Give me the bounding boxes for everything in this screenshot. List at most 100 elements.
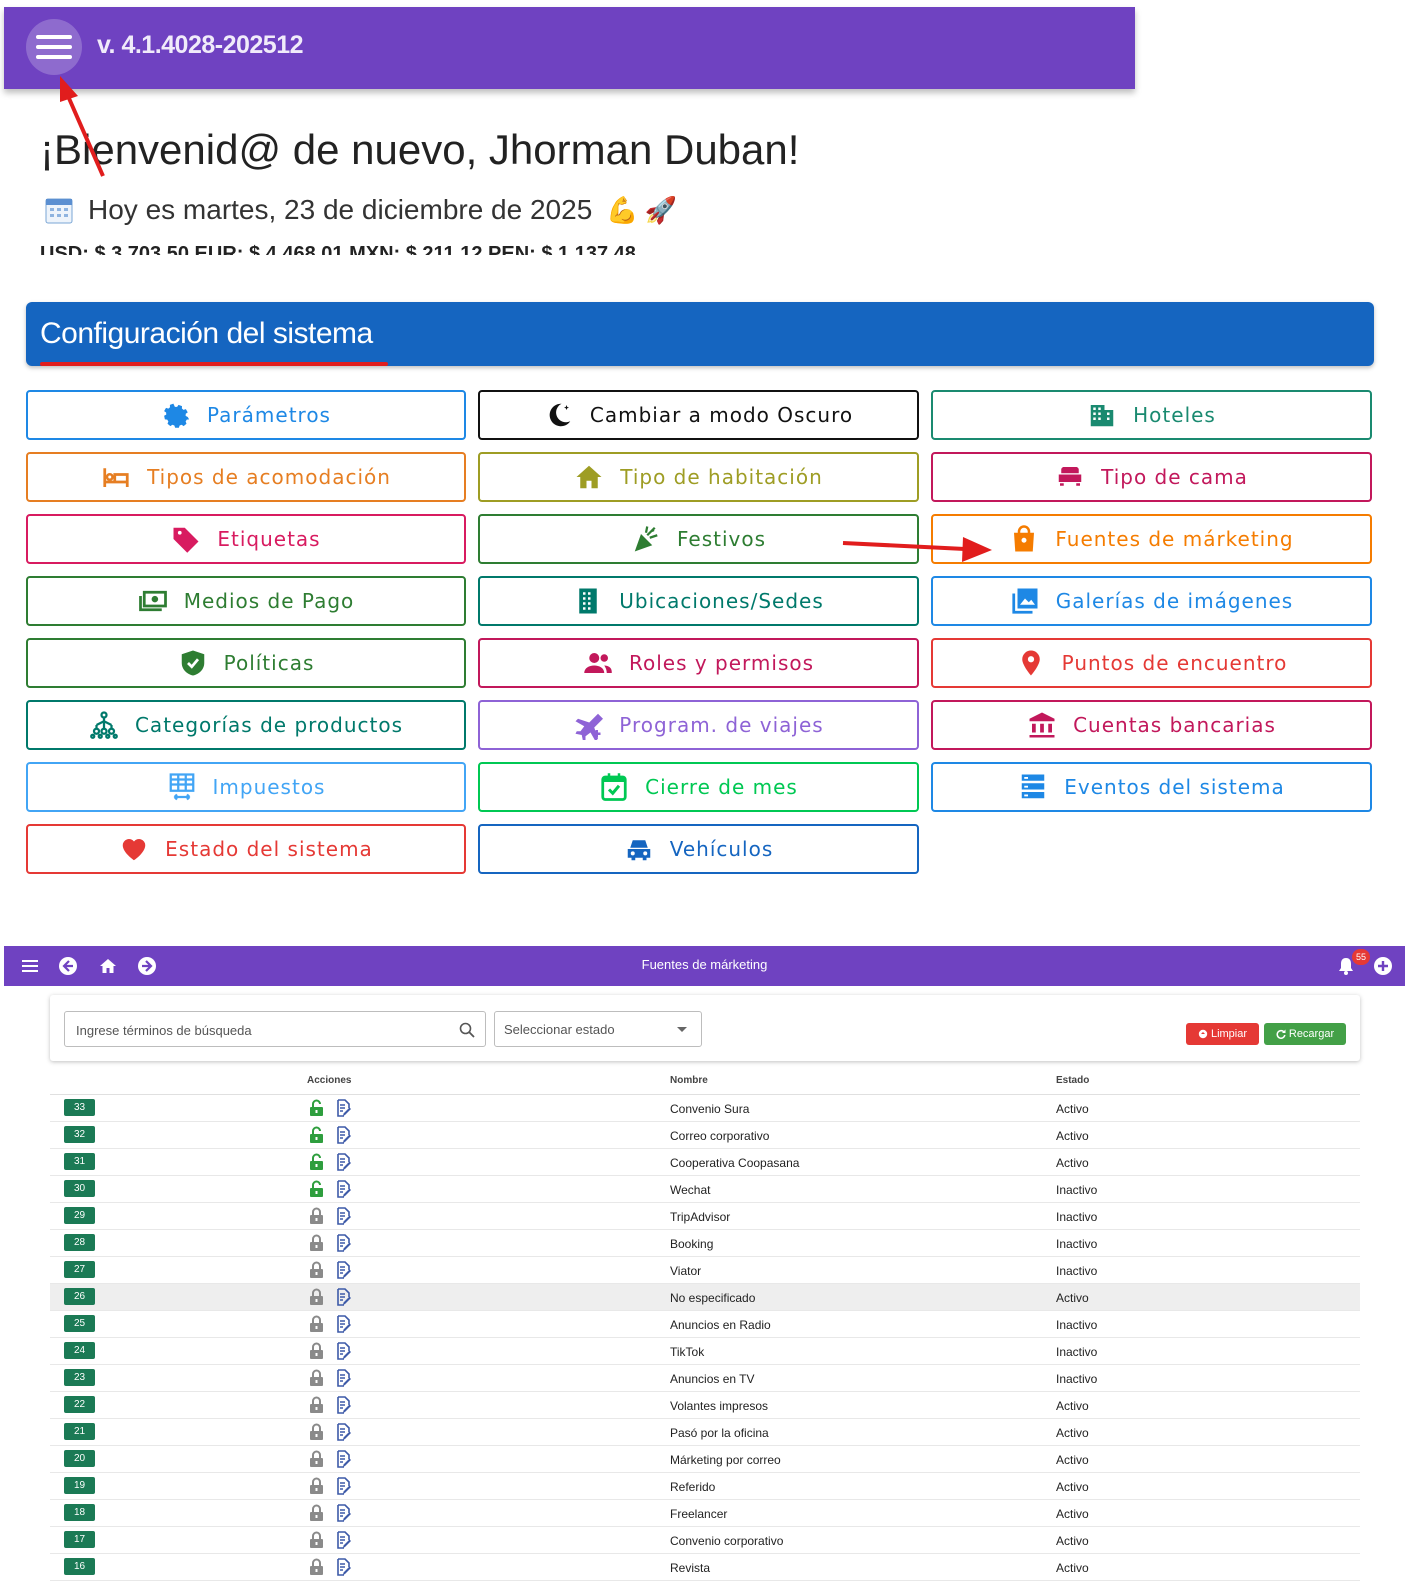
config-button[interactable]: Cuentas bancarias (931, 700, 1372, 750)
party-icon (634, 526, 658, 552)
config-button-label: Cambiar a modo Oscuro (589, 403, 854, 427)
status-select[interactable]: Seleccionar estado (494, 1011, 702, 1047)
id-badge: 20 (64, 1450, 95, 1467)
config-button[interactable]: Tipo de cama (931, 452, 1372, 502)
unlock-icon[interactable] (309, 1126, 324, 1144)
config-button[interactable]: Tipos de acomodación (26, 452, 466, 502)
menu-button[interactable] (26, 19, 82, 75)
edit-document-icon[interactable] (336, 1180, 352, 1198)
edit-document-icon[interactable] (336, 1261, 352, 1279)
reload-button[interactable]: Recargar (1264, 1023, 1346, 1045)
source-state: Inactivo (1056, 1183, 1098, 1197)
edit-document-icon[interactable] (336, 1288, 352, 1306)
config-button[interactable]: Galerías de imágenes (931, 576, 1372, 626)
search-input[interactable] (74, 1012, 448, 1048)
edit-document-icon[interactable] (336, 1234, 352, 1252)
config-button[interactable]: Puntos de encuentro (931, 638, 1372, 688)
clear-button[interactable]: Limpiar (1186, 1023, 1259, 1045)
edit-document-icon[interactable] (336, 1126, 352, 1144)
source-state: Inactivo (1056, 1372, 1098, 1386)
source-name: Viator (670, 1264, 702, 1278)
table-row: 21 Pasó por la oficina Activo (50, 1419, 1360, 1446)
unlock-icon[interactable] (309, 1099, 324, 1117)
table-row: 29 TripAdvisor Inactivo (50, 1203, 1360, 1230)
edit-document-icon[interactable] (336, 1342, 352, 1360)
lock-icon[interactable] (309, 1234, 324, 1252)
lock-icon[interactable] (309, 1423, 324, 1441)
config-button[interactable]: Program. de viajes (478, 700, 919, 750)
config-button[interactable]: Políticas (26, 638, 466, 688)
config-button[interactable]: Cierre de mes (478, 762, 919, 812)
edit-document-icon[interactable] (336, 1099, 352, 1117)
search-icon[interactable] (459, 1022, 475, 1038)
config-button[interactable]: Estado del sistema (26, 824, 466, 874)
config-button[interactable]: Eventos del sistema (931, 762, 1372, 812)
lock-icon[interactable] (309, 1396, 324, 1414)
config-button-label: Tipo de cama (1101, 465, 1248, 489)
edit-document-icon[interactable] (336, 1396, 352, 1414)
edit-document-icon[interactable] (336, 1531, 352, 1549)
refresh-icon (1276, 1029, 1286, 1039)
lock-icon[interactable] (309, 1342, 324, 1360)
edit-document-icon[interactable] (336, 1504, 352, 1522)
edit-document-icon[interactable] (336, 1369, 352, 1387)
id-badge: 27 (64, 1261, 95, 1278)
add-circle-icon[interactable] (1373, 956, 1393, 976)
config-button[interactable]: Cambiar a modo Oscuro (478, 390, 919, 440)
edit-document-icon[interactable] (336, 1207, 352, 1225)
bed-icon (103, 468, 129, 487)
config-button-label: Tipos de acomodación (147, 465, 391, 489)
config-button[interactable]: Vehículos (478, 824, 919, 874)
id-badge: 28 (64, 1234, 95, 1251)
config-button[interactable]: Fuentes de márketing (931, 514, 1372, 564)
config-button[interactable]: Etiquetas (26, 514, 466, 564)
table-arrows-icon (169, 773, 194, 801)
home-icon (576, 465, 602, 489)
edit-document-icon[interactable] (336, 1450, 352, 1468)
edit-document-icon[interactable] (336, 1423, 352, 1441)
lock-icon[interactable] (309, 1504, 324, 1522)
lock-icon[interactable] (309, 1207, 324, 1225)
config-button[interactable]: Impuestos (26, 762, 466, 812)
config-buttons-grid: Parámetros Cambiar a modo Oscuro Hoteles Ti… (26, 390, 1373, 874)
config-button[interactable]: Ubicaciones/Sedes (478, 576, 919, 626)
lock-icon[interactable] (309, 1450, 324, 1468)
app-version: v. 4.1.4028-202512 (97, 31, 304, 59)
clear-button-label: Limpiar (1210, 1028, 1248, 1040)
lock-icon[interactable] (309, 1531, 324, 1549)
column-state: Estado (1056, 1075, 1090, 1086)
lock-icon[interactable] (309, 1288, 324, 1306)
reload-button-label: Recargar (1288, 1028, 1335, 1040)
edit-document-icon[interactable] (336, 1477, 352, 1495)
unlock-icon[interactable] (309, 1153, 324, 1171)
column-name: Nombre (670, 1075, 708, 1086)
config-button-label: Tipo de habitación (620, 465, 823, 489)
source-state: Inactivo (1056, 1264, 1098, 1278)
config-button-label: Festivos (676, 527, 767, 551)
config-button[interactable]: Medios de Pago (26, 576, 466, 626)
config-button[interactable]: Tipo de habitación (478, 452, 919, 502)
source-name: Cooperativa Coopasana (670, 1156, 800, 1170)
source-name: No especificado (670, 1291, 756, 1305)
edit-document-icon[interactable] (336, 1315, 352, 1333)
edit-document-icon[interactable] (336, 1153, 352, 1171)
source-name: Referido (670, 1480, 716, 1494)
lock-icon[interactable] (309, 1315, 324, 1333)
lock-icon[interactable] (309, 1558, 324, 1576)
gear-icon (164, 403, 190, 428)
id-badge: 23 (64, 1369, 95, 1386)
currency-rates: USD: $ 3.703,50 EUR: $ 4.468,01 MXN: $ 2… (40, 243, 1040, 255)
lock-icon[interactable] (309, 1477, 324, 1495)
config-button[interactable]: Parámetros (26, 390, 466, 440)
config-button[interactable]: Roles y permisos (478, 638, 919, 688)
hamburger-icon (36, 35, 72, 59)
edit-document-icon[interactable] (336, 1558, 352, 1576)
source-state: Activo (1056, 1399, 1089, 1413)
lock-icon[interactable] (309, 1369, 324, 1387)
config-button[interactable]: Festivos (478, 514, 919, 564)
unlock-icon[interactable] (309, 1180, 324, 1198)
config-button[interactable]: Categorías de productos (26, 700, 466, 750)
lock-icon[interactable] (309, 1261, 324, 1279)
config-button[interactable]: Hoteles (931, 390, 1372, 440)
source-state: Inactivo (1056, 1210, 1098, 1224)
